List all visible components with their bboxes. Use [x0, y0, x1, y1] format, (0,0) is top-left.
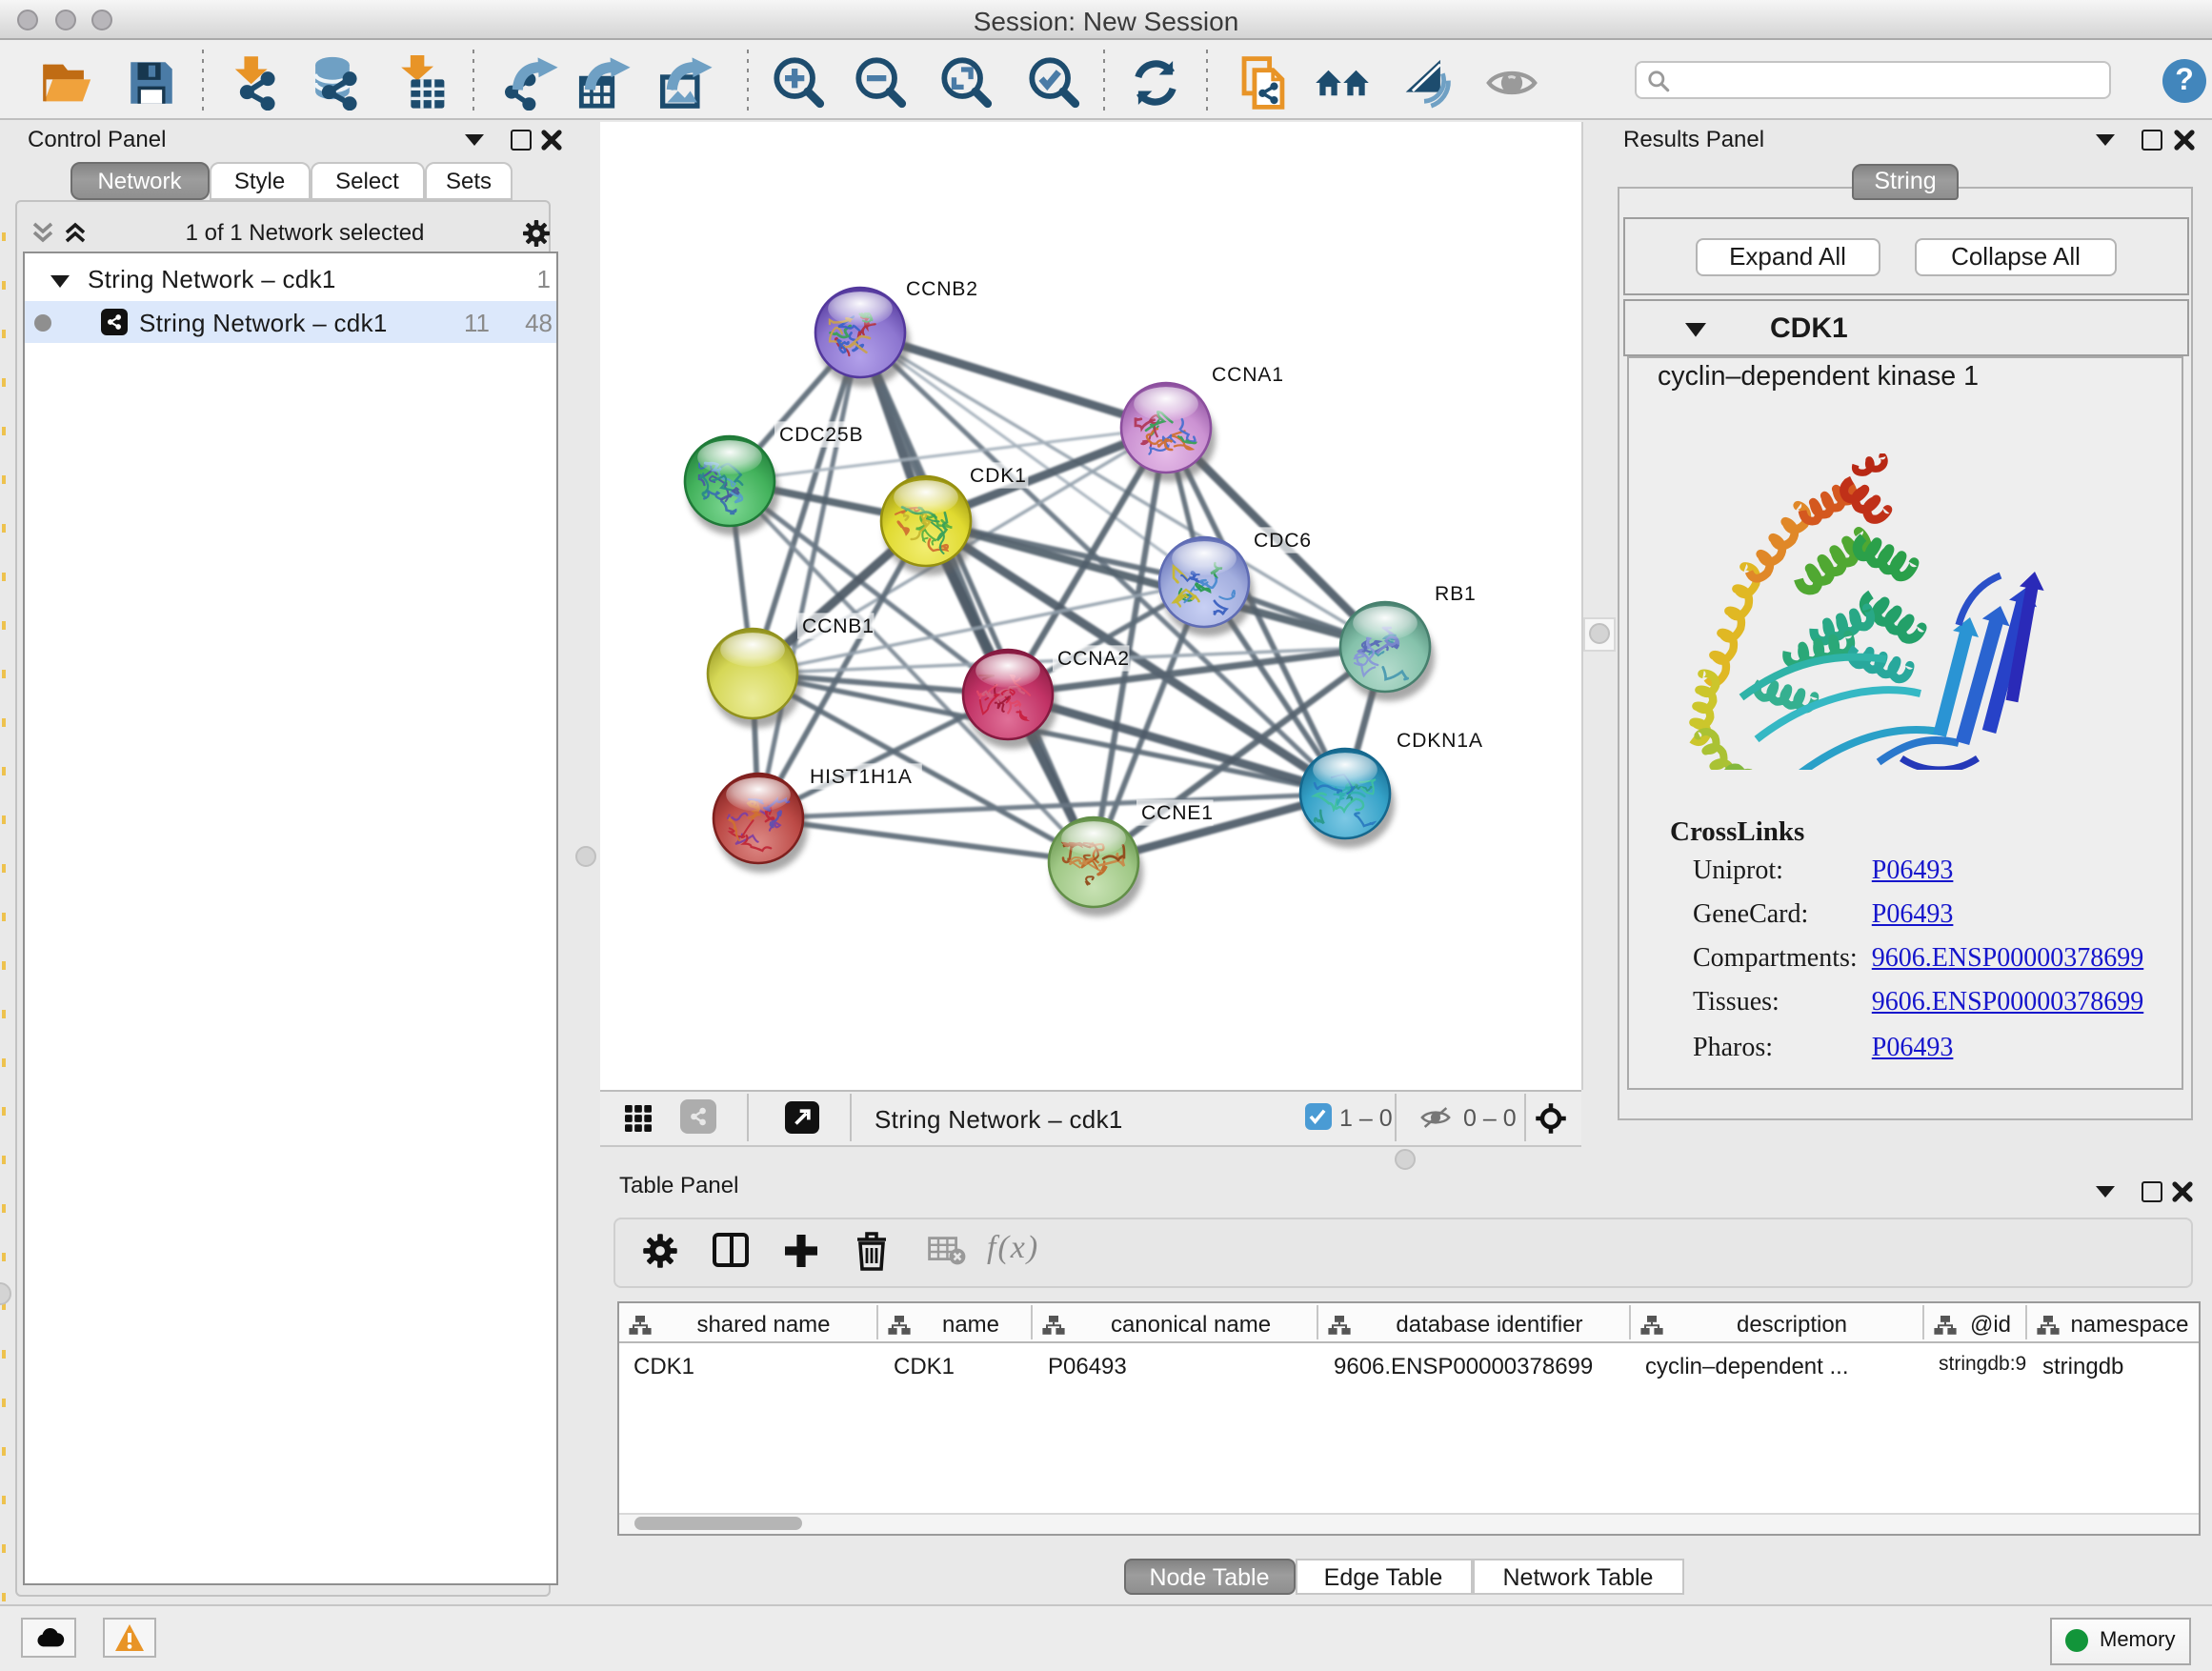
svg-text:CCNE1: CCNE1	[1141, 801, 1214, 823]
svg-text:CDK1: CDK1	[970, 464, 1027, 486]
svg-text:CCNA1: CCNA1	[1212, 363, 1284, 385]
svg-text:HIST1H1A: HIST1H1A	[810, 765, 913, 787]
svg-text:CCNB2: CCNB2	[906, 277, 978, 299]
svg-text:CCNB1: CCNB1	[802, 614, 875, 636]
svg-text:CDC25B: CDC25B	[779, 423, 863, 445]
svg-text:RB1: RB1	[1435, 582, 1477, 604]
svg-text:CCNA2: CCNA2	[1057, 647, 1130, 669]
svg-text:CDKN1A: CDKN1A	[1397, 729, 1483, 751]
svg-text:CDC6: CDC6	[1254, 529, 1312, 551]
